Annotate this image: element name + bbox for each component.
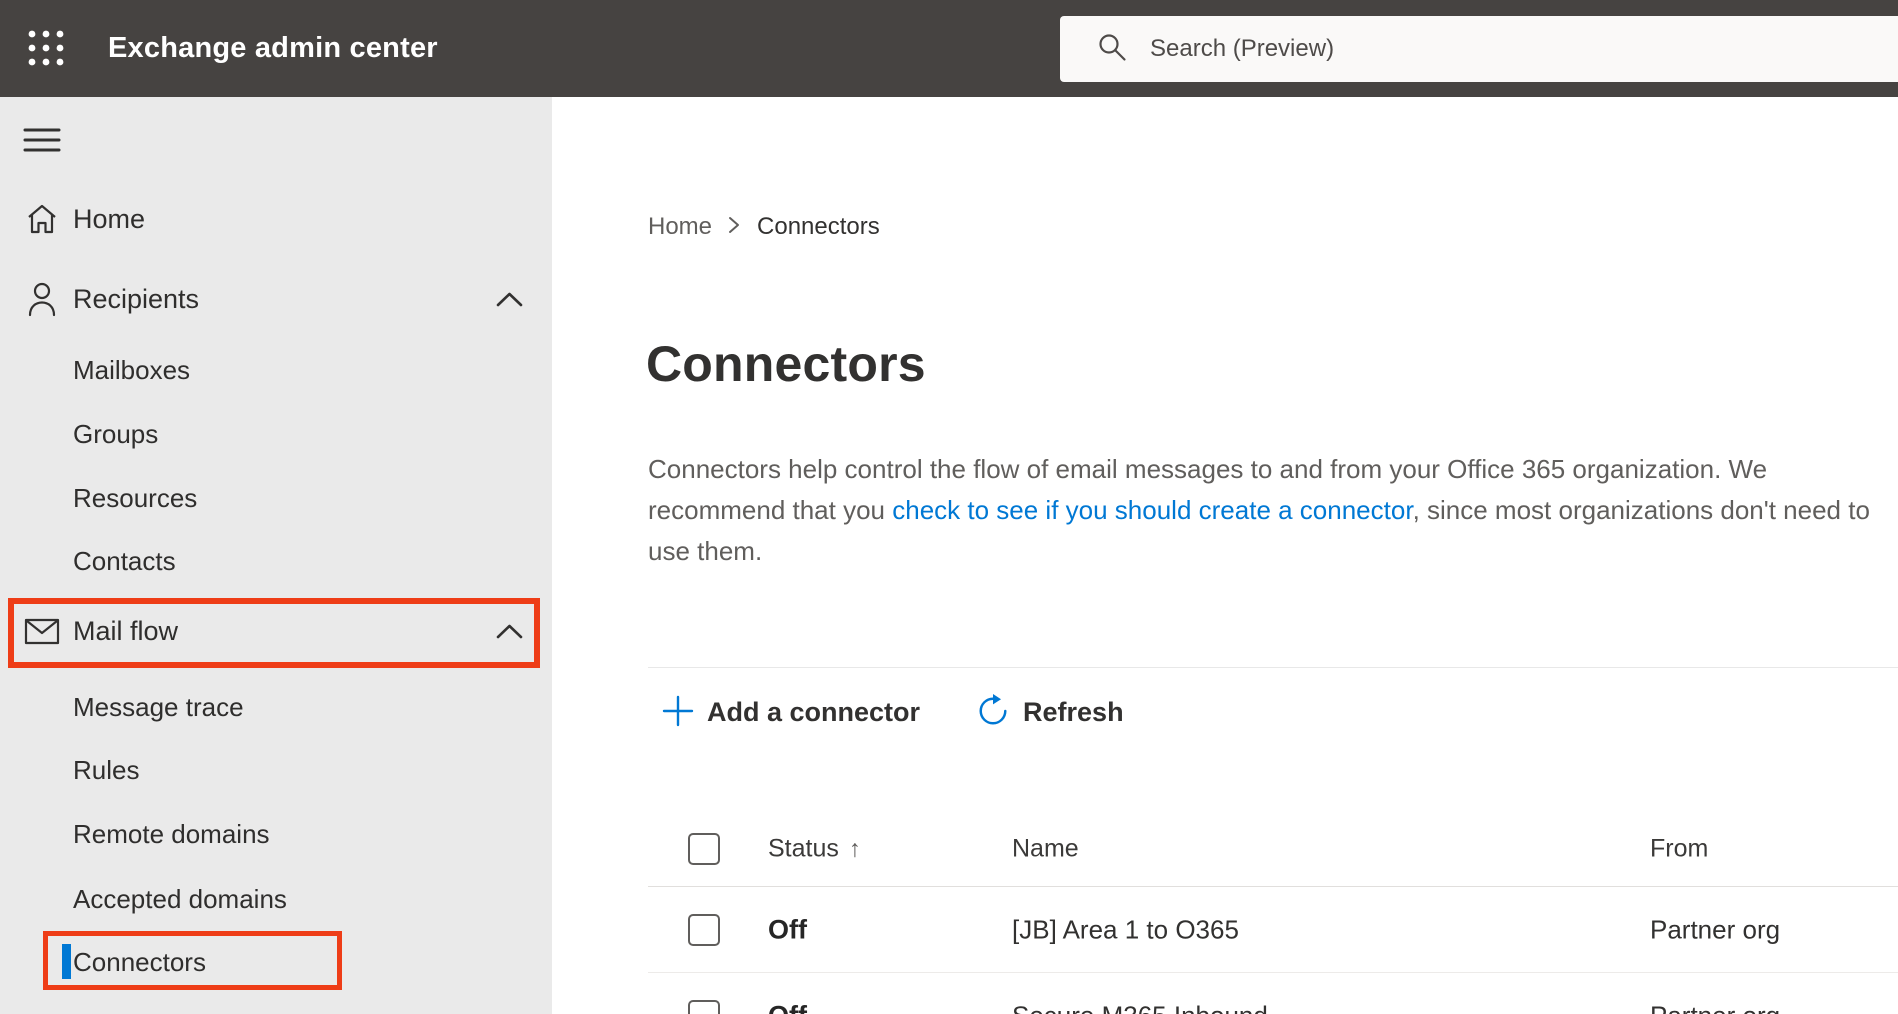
row-checkbox[interactable] xyxy=(688,999,720,1014)
breadcrumb: Home Connectors xyxy=(648,213,880,241)
sidebar-item-label: Mail flow xyxy=(73,615,179,646)
waffle-icon xyxy=(25,27,67,72)
connectors-table: Status ↑ Name From Off [JB] Area 1 to O36… xyxy=(648,811,1898,1014)
app-launcher-button[interactable] xyxy=(20,24,72,74)
select-all-checkbox[interactable] xyxy=(688,832,720,865)
add-connector-button[interactable]: Add a connector xyxy=(662,695,920,730)
breadcrumb-current: Connectors xyxy=(757,213,880,240)
sidebar-item-label: Accepted domains xyxy=(73,883,287,914)
exchange-admin-center-window: Exchange admin center Search (Preview) H… xyxy=(0,0,1898,1014)
table-row[interactable]: Off Secure M365 Inbound Partner org xyxy=(648,973,1898,1014)
sidebar-item-mailboxes[interactable]: Mailboxes xyxy=(0,338,552,402)
sidebar-item-label: Connectors xyxy=(73,946,206,977)
sidebar-item-resources[interactable]: Resources xyxy=(0,466,552,530)
sidebar-item-label: Groups xyxy=(73,418,159,449)
sidebar-item-connectors[interactable]: Connectors xyxy=(0,930,552,994)
cell-from: Partner org xyxy=(1650,914,1781,944)
sidebar-item-home[interactable]: Home xyxy=(0,187,552,251)
sidebar-item-label: Resources xyxy=(73,482,198,513)
mail-icon xyxy=(24,613,60,649)
table-row[interactable]: Off [JB] Area 1 to O365 Partner org xyxy=(648,887,1898,973)
sidebar-item-rules[interactable]: Rules xyxy=(0,738,552,802)
sidebar-item-label: Message trace xyxy=(73,691,244,722)
hamburger-icon xyxy=(23,126,61,157)
sidebar-item-label: Contacts xyxy=(73,545,176,576)
main-content: Home Connectors Connectors Connectors he… xyxy=(552,97,1898,1014)
refresh-icon xyxy=(976,693,1010,731)
home-icon xyxy=(24,201,60,237)
add-connector-label: Add a connector xyxy=(707,696,921,727)
page-description: Connectors help control the flow of emai… xyxy=(648,449,1886,572)
selected-item-indicator xyxy=(62,944,71,979)
sidebar-item-groups[interactable]: Groups xyxy=(0,402,552,466)
cell-status: Off xyxy=(768,914,807,944)
sidebar-item-label: Rules xyxy=(73,754,140,785)
row-checkbox[interactable] xyxy=(688,913,720,946)
column-header-from[interactable]: From xyxy=(1650,834,1708,863)
chevron-up-icon[interactable] xyxy=(496,291,523,308)
chevron-up-icon[interactable] xyxy=(496,623,523,640)
person-icon xyxy=(24,281,60,317)
nav-toggle-button[interactable] xyxy=(16,115,68,167)
sidebar-item-contacts[interactable]: Contacts xyxy=(0,529,552,593)
sidebar-item-message-trace[interactable]: Message trace xyxy=(0,675,552,739)
sidebar-item-label: Recipients xyxy=(73,283,200,314)
sidebar-item-remote-domains[interactable]: Remote domains xyxy=(0,802,552,866)
breadcrumb-home-link[interactable]: Home xyxy=(648,213,712,241)
chevron-right-icon xyxy=(727,214,742,241)
table-header-row: Status ↑ Name From xyxy=(648,811,1898,887)
sidebar-item-mail-flow[interactable]: Mail flow xyxy=(0,599,552,663)
page-title: Connectors xyxy=(646,336,926,392)
column-header-name[interactable]: Name xyxy=(1012,834,1079,863)
cell-status: Off xyxy=(768,1000,807,1014)
app-title: Exchange admin center xyxy=(108,32,438,64)
sort-ascending-icon: ↑ xyxy=(848,835,861,862)
toolbar-divider xyxy=(648,667,1898,668)
search-box[interactable] xyxy=(1060,16,1898,82)
sidebar-item-accepted-domains[interactable]: Accepted domains xyxy=(0,867,552,931)
column-header-status[interactable]: Status ↑ xyxy=(768,834,861,863)
cell-name[interactable]: Secure M365 Inbound xyxy=(1012,1000,1268,1014)
check-connector-link[interactable]: check to see if you should create a conn… xyxy=(892,495,1412,525)
refresh-button[interactable]: Refresh xyxy=(976,693,1124,731)
search-icon xyxy=(1096,31,1128,68)
refresh-label: Refresh xyxy=(1023,696,1124,727)
top-app-bar: Exchange admin center xyxy=(0,0,1898,97)
column-header-status-label: Status xyxy=(768,834,839,862)
sidebar-item-label: Remote domains xyxy=(73,818,270,849)
left-navigation: Home Recipients Mailboxes Groups Resourc… xyxy=(0,97,552,1014)
cell-name[interactable]: [JB] Area 1 to O365 xyxy=(1012,914,1239,945)
plus-icon xyxy=(662,695,694,730)
command-bar: Add a connector Refresh xyxy=(662,685,1124,739)
sidebar-item-recipients[interactable]: Recipients xyxy=(0,267,552,331)
cell-from: Partner org xyxy=(1650,1000,1780,1014)
search-input[interactable] xyxy=(1150,35,1790,63)
sidebar-item-label: Mailboxes xyxy=(73,354,191,385)
sidebar-item-label: Home xyxy=(73,203,146,234)
